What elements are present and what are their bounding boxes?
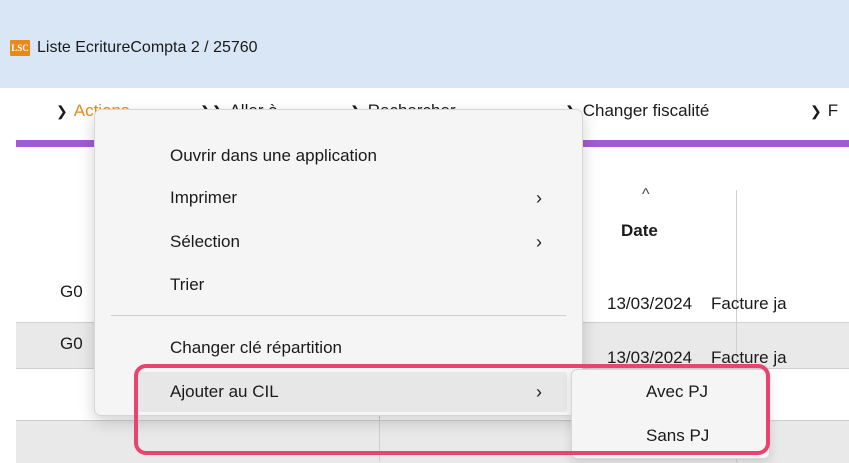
app-logo-icon: LSC xyxy=(10,40,30,56)
title-bar: LSC Liste EcritureCompta 2 / 25760 xyxy=(0,0,849,88)
menu-item-label: Trier xyxy=(170,275,205,294)
menu-separator xyxy=(111,315,566,316)
window-title: Liste EcritureCompta 2 / 25760 xyxy=(37,39,258,56)
submenu-item-label: Sans PJ xyxy=(646,426,710,445)
table-cell-code: G0 xyxy=(60,334,83,353)
menu-item-label: Sélection xyxy=(170,232,240,251)
toolbar-more-label: F xyxy=(827,101,839,120)
table-cell-label: Facture ja xyxy=(711,294,787,313)
submenu-add-to-cil: Avec PJ Sans PJ xyxy=(571,369,770,459)
menu-item-sort[interactable]: Trier xyxy=(95,265,582,305)
submenu-item-label: Avec PJ xyxy=(646,382,709,401)
chevron-right-icon: › xyxy=(536,188,542,208)
menu-item-selection[interactable]: Sélection › xyxy=(95,222,582,262)
menu-item-open-in-app[interactable]: Ouvrir dans une application xyxy=(95,136,582,176)
table-cell-date: 13/03/2024 xyxy=(607,294,693,313)
chevron-right-icon: ❯ xyxy=(810,103,822,119)
table-cell-code: G0 xyxy=(60,282,83,301)
toolbar-change-tax-label: Changer fiscalité xyxy=(582,101,710,120)
submenu-item-with-attachment[interactable]: Avec PJ xyxy=(572,372,769,412)
menu-item-label: Changer clé répartition xyxy=(170,338,342,357)
menu-item-change-key[interactable]: Changer clé répartition xyxy=(95,328,582,368)
table-cell-label: Facture ja xyxy=(711,348,787,367)
toolbar-more[interactable]: ❯ F xyxy=(810,98,838,124)
chevron-right-icon: › xyxy=(536,232,542,252)
menu-item-label: Ajouter au CIL xyxy=(170,382,279,401)
table-cell-date: 13/03/2024 xyxy=(607,348,693,367)
chevron-right-icon: › xyxy=(536,382,542,402)
column-header-date[interactable]: Date xyxy=(621,221,658,241)
chevron-down-icon: ❯ xyxy=(56,103,68,119)
menu-item-print[interactable]: Imprimer › xyxy=(95,178,582,218)
toolbar-change-tax[interactable]: ❯ Changer fiscalité xyxy=(565,98,709,124)
menu-item-label: Ouvrir dans une application xyxy=(170,146,377,165)
context-menu: Ouvrir dans une application Imprimer › S… xyxy=(94,109,583,416)
sort-ascending-icon[interactable]: ^ xyxy=(642,186,650,204)
menu-item-label: Imprimer xyxy=(170,188,238,207)
submenu-item-without-attachment[interactable]: Sans PJ xyxy=(572,416,769,456)
menu-item-add-to-cil[interactable]: Ajouter au CIL › xyxy=(135,372,567,412)
